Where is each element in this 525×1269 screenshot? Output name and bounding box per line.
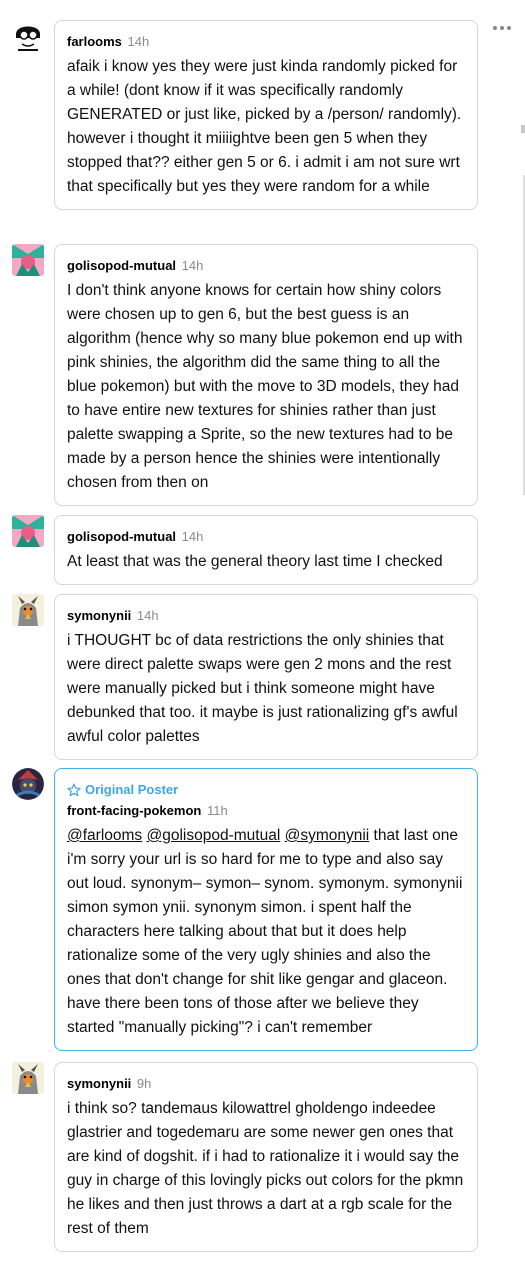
reply-time: 14h [136,608,159,623]
original-poster-badge: Original Poster [67,781,465,799]
reply-text: afaik i know yes they were just kinda ra… [67,58,462,195]
reply-bubble: golisopod-mutual 14h I don't think anyon… [54,244,478,506]
reply-text: i THOUGHT bc of data restrictions the on… [67,632,458,745]
username-link[interactable]: symonynii [67,1076,131,1091]
scroll-edge-mark [521,125,525,133]
reply-time: 9h [136,1076,152,1091]
mention-link[interactable]: @golisopod-mutual [146,827,280,844]
original-poster-label: Original Poster [85,782,179,797]
bw-drawing-avatar-icon[interactable] [12,20,44,52]
reply-time: 14h [181,529,204,544]
reply-bubble: farlooms 14h afaik i know yes they were … [54,20,478,210]
mention-link[interactable]: @farlooms [67,827,142,844]
pink-teal-avatar-icon[interactable] [12,515,44,547]
reply-time: 14h [181,258,204,273]
reply-meta: farlooms 14h [67,33,465,51]
reply-meta: symonynii 14h [67,607,465,625]
mention-link[interactable]: @symonynii [285,827,370,844]
reply-bubble-op: Original Poster front-facing-pokemon 11h… [54,768,478,1051]
reply-time: 11h [206,803,228,818]
reply-text-rest: that last one i'm sorry your url is so h… [67,827,463,1036]
reply-meta: golisopod-mutual 14h [67,257,465,275]
pink-teal-avatar-icon[interactable] [12,244,44,276]
reply-text: i think so? tandemaus kilowattrel gholde… [67,1100,464,1237]
reply-text: At least that was the general theory las… [67,553,443,570]
username-link[interactable]: front-facing-pokemon [67,803,201,818]
username-link[interactable]: symonynii [67,608,131,623]
reply-bubble: symonynii 9h i think so? tandemaus kilow… [54,1062,478,1252]
reply-text: I don't think anyone knows for certain h… [67,282,463,491]
reply-text: @farlooms @golisopod-mutual @symonynii t… [67,824,465,1040]
username-link[interactable]: golisopod-mutual [67,529,176,544]
dark-pokemon-avatar-icon[interactable] [12,768,44,800]
reply-bubble: symonynii 14h i THOUGHT bc of data restr… [54,594,478,760]
reply-meta: golisopod-mutual 14h [67,528,465,546]
username-link[interactable]: golisopod-mutual [67,258,176,273]
reply-bubble: golisopod-mutual 14h At least that was t… [54,515,478,585]
reply-meta: symonynii 9h [67,1075,465,1093]
bird-avatar-icon[interactable] [12,594,44,626]
bird-avatar-icon[interactable] [12,1062,44,1094]
username-link[interactable]: farlooms [67,34,122,49]
more-options-icon[interactable] [492,22,512,34]
reply-time: 14h [127,34,150,49]
star-icon [67,783,81,797]
reply-meta: front-facing-pokemon 11h [67,802,465,820]
